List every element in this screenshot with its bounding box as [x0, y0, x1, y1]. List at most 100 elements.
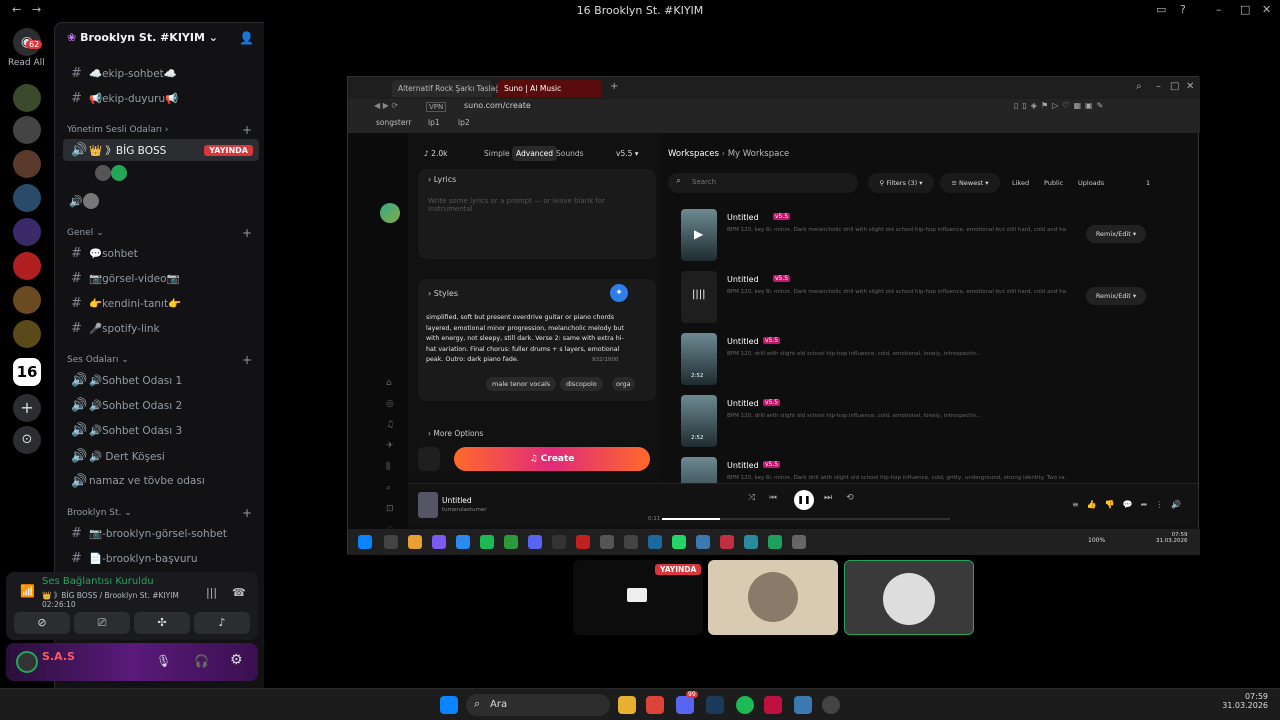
discord-icon[interactable]	[528, 535, 542, 549]
category-voice[interactable]: Ses Odaları ⌄	[67, 355, 129, 365]
lyrics-label[interactable]: › Lyrics	[428, 175, 456, 184]
server-icon[interactable]	[13, 286, 41, 314]
mode-simple[interactable]: Simple	[484, 149, 510, 158]
participant-tile[interactable]	[708, 560, 838, 635]
channel-gorsel-video[interactable]: # 📷görsel-video📷	[63, 267, 259, 289]
tab-uploads[interactable]: Uploads	[1078, 179, 1104, 187]
page-number[interactable]: 1	[1146, 179, 1150, 187]
add-channel-icon[interactable]: +	[242, 123, 252, 137]
create-button[interactable]: ♫ Create	[454, 447, 650, 471]
username[interactable]: S.A.S	[42, 650, 75, 663]
player-title[interactable]: Untitled	[442, 496, 472, 505]
noise-suppression-icon[interactable]: |||	[206, 586, 217, 599]
style-tag[interactable]: male tenor vocals	[486, 377, 557, 391]
search-icon[interactable]: ⌕	[1136, 81, 1142, 92]
steam-icon[interactable]	[706, 696, 724, 714]
player-controls[interactable]: ⤨⏮	[748, 493, 791, 503]
vpn-badge[interactable]: VPN	[426, 102, 447, 112]
url-text[interactable]: suno.com/create	[464, 101, 531, 110]
player-controls[interactable]: ⏭⟲	[824, 493, 868, 503]
avatar[interactable]	[380, 203, 400, 223]
spotify-icon[interactable]	[736, 696, 754, 714]
bookmark[interactable]: songsterr	[376, 118, 412, 127]
voice-channel-1[interactable]: 🔊 🔊Sohbet Odası 1	[63, 369, 259, 391]
minimize-icon[interactable]: –	[1156, 81, 1161, 92]
maximize-icon[interactable]: □	[1240, 3, 1250, 16]
server-icon[interactable]	[13, 184, 41, 212]
headphones-icon[interactable]: 🎧	[194, 654, 209, 668]
battery-level[interactable]: 100%	[1088, 537, 1105, 544]
style-tag[interactable]: orga	[612, 377, 635, 391]
avatar[interactable]	[111, 165, 127, 181]
app-icon[interactable]	[696, 535, 710, 549]
app-icon[interactable]	[744, 535, 758, 549]
suno-nav-icons[interactable]: ⌂◎♫✈⫼⌕⊡♢	[386, 373, 394, 541]
mode-advanced[interactable]: Advanced	[512, 146, 558, 161]
channel-ekip-sohbet[interactable]: # ☁️ekip-sohbet☁️	[63, 62, 259, 84]
app-icon[interactable]	[764, 696, 782, 714]
app-icon[interactable]	[576, 535, 590, 549]
soundboard-button[interactable]: ♪	[194, 612, 250, 634]
version-select[interactable]: v5.5 ▾	[616, 149, 639, 158]
lyrics-input[interactable]: Write some lyrics or a prompt — or leave…	[428, 197, 608, 213]
app-icon[interactable]	[432, 535, 446, 549]
breadcrumb[interactable]: Workspaces › My Workspace	[668, 149, 789, 159]
spotify-icon[interactable]	[480, 535, 494, 549]
app-icon[interactable]	[720, 535, 734, 549]
voice-channel-dert[interactable]: 🔊 🔊 Dert Köşesi	[63, 445, 259, 467]
new-tab-icon[interactable]: +	[610, 81, 618, 92]
read-all-button[interactable]: Read All	[8, 58, 45, 68]
category-admin[interactable]: Yönetim Sesli Odaları ›	[67, 125, 169, 135]
play-icon[interactable]: ▶	[694, 227, 703, 241]
song-thumbnail[interactable]: ▶	[681, 209, 717, 261]
channel-brooklyn-gorsel[interactable]: # 📷-brooklyn-görsel-sohbet	[63, 522, 259, 544]
stream-view[interactable]: Alternatif Rock Şarkı Taslağı Suno | AI …	[347, 76, 1200, 555]
song-row[interactable]: Untitled v5.5 BPM 120, key B♭ minor, Dar…	[681, 457, 1181, 483]
progress-track[interactable]	[662, 518, 950, 520]
discover-icon[interactable]: ⊙	[13, 426, 41, 454]
add-channel-icon[interactable]: +	[242, 353, 252, 367]
mode-sounds[interactable]: Sounds	[556, 149, 584, 158]
help-icon[interactable]: ?	[1180, 3, 1186, 16]
song-thumbnail[interactable]: 2:52	[681, 395, 717, 447]
avatar[interactable]	[16, 651, 38, 673]
search-input[interactable]: ⌕ Search	[668, 173, 858, 193]
player-artist[interactable]: tumerulastumer	[442, 507, 487, 513]
song-thumbnail[interactable]: ||||	[681, 271, 717, 323]
bookmark[interactable]: lp1	[428, 118, 440, 127]
player-actions[interactable]: ≡👍👎💬➦⋮🔊	[1072, 500, 1189, 509]
app-icon[interactable]	[408, 535, 422, 549]
signal-icon[interactable]: 📶	[20, 584, 35, 598]
windows-start-icon[interactable]	[440, 696, 458, 714]
microphone-icon[interactable]: 🎙	[156, 654, 171, 668]
search-icon[interactable]	[384, 535, 398, 549]
server-icon[interactable]	[13, 320, 41, 348]
browser-tab[interactable]: Alternatif Rock Şarkı Taslağı	[392, 80, 502, 97]
player-thumbnail[interactable]	[418, 492, 438, 518]
chrome-icon[interactable]	[646, 696, 664, 714]
song-title[interactable]: Untitled	[727, 461, 759, 470]
more-options[interactable]: › More Options	[428, 429, 483, 438]
remix-edit-button[interactable]: Remix/Edit ▾	[1086, 225, 1146, 243]
tab-public[interactable]: Public	[1044, 179, 1063, 187]
server-folder-icon[interactable]	[13, 116, 41, 144]
song-title[interactable]: Untitled	[727, 213, 759, 222]
song-title[interactable]: Untitled	[727, 399, 759, 408]
channel-kendini-tanit[interactable]: # 👉kendini-tanıt👉	[63, 292, 259, 314]
address-bar[interactable]: ◀ ▶ ⟳ VPN suno.com/create ▯▯◈⚑▷♡▦▣✎	[348, 99, 1200, 115]
file-explorer-icon[interactable]	[618, 696, 636, 714]
camera-off-button[interactable]: ⊘	[14, 612, 70, 634]
stream-preview-tile[interactable]: YAYINDA	[573, 560, 703, 635]
nav-icons[interactable]: ◀ ▶ ⟳	[374, 101, 398, 110]
channel-brooklyn-basvuru[interactable]: # 📄-brooklyn-başvuru	[63, 547, 259, 569]
add-channel-icon[interactable]: +	[242, 226, 252, 240]
activities-button[interactable]: ✣	[134, 612, 190, 634]
participant-tile-speaking[interactable]	[844, 560, 974, 635]
channel-sohbet[interactable]: # 💬sohbet	[63, 242, 259, 264]
screen-share-button[interactable]: ⎚	[74, 612, 130, 634]
voice-status[interactable]: Ses Bağlantısı Kuruldu	[42, 576, 154, 587]
app-icon[interactable]	[456, 535, 470, 549]
channel-ekip-duyuru[interactable]: # 📢ekip-duyuru📢	[63, 87, 259, 109]
pause-button[interactable]: ❚❚	[794, 490, 814, 510]
voice-channel-3[interactable]: 🔊 🔊Sohbet Odası 3	[63, 419, 259, 441]
